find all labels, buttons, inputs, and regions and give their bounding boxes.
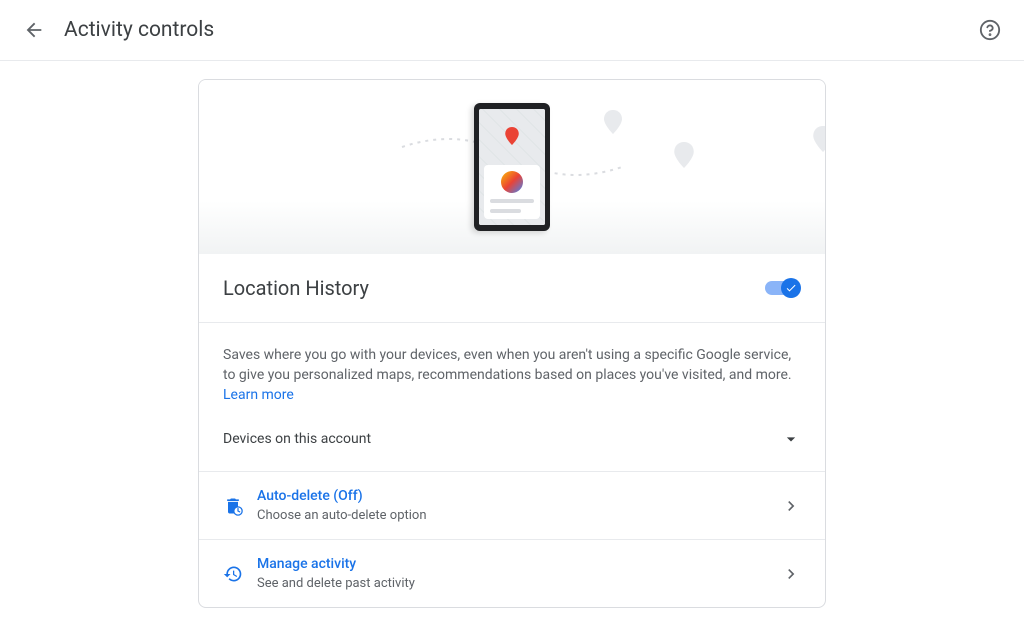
location-history-card: Location History Saves where you go with…	[198, 79, 826, 608]
description-text: Saves where you go with your devices, ev…	[223, 345, 801, 405]
red-pin-icon	[505, 127, 519, 149]
phone-illustration	[474, 103, 550, 231]
action-content: Manage activity See and delete past acti…	[257, 556, 767, 591]
location-history-toggle[interactable]	[765, 278, 801, 298]
action-subtitle: See and delete past activity	[257, 576, 767, 591]
devices-expand-row[interactable]: Devices on this account	[223, 405, 801, 449]
manage-activity-row[interactable]: Manage activity See and delete past acti…	[199, 540, 825, 607]
chevron-down-icon	[781, 429, 801, 449]
auto-delete-row[interactable]: Auto-delete (Off) Choose an auto-delete …	[199, 472, 825, 540]
help-icon[interactable]	[978, 18, 1002, 42]
content-area: Location History Saves where you go with…	[0, 61, 1024, 608]
section-title: Location History	[223, 276, 369, 300]
action-subtitle: Choose an auto-delete option	[257, 508, 767, 523]
map-pin-icon	[674, 142, 694, 172]
action-title: Auto-delete (Off)	[257, 488, 767, 504]
check-icon	[781, 278, 801, 298]
chevron-right-icon	[781, 496, 801, 516]
chevron-right-icon	[781, 564, 801, 584]
back-arrow-icon[interactable]	[22, 18, 46, 42]
map-pin-icon	[604, 110, 622, 138]
action-title: Manage activity	[257, 556, 767, 572]
description-section: Saves where you go with your devices, ev…	[199, 323, 825, 472]
history-icon	[223, 564, 243, 584]
map-pin-icon	[813, 126, 826, 156]
illustration-panel	[199, 80, 825, 254]
action-content: Auto-delete (Off) Choose an auto-delete …	[257, 488, 767, 523]
description-body: Saves where you go with your devices, ev…	[223, 347, 792, 383]
app-header: Activity controls	[0, 0, 1024, 61]
auto-delete-icon	[223, 496, 243, 516]
devices-label: Devices on this account	[223, 431, 371, 447]
location-history-header: Location History	[199, 254, 825, 323]
header-left: Activity controls	[22, 18, 214, 42]
page-title: Activity controls	[64, 18, 214, 42]
learn-more-link[interactable]: Learn more	[223, 387, 294, 403]
